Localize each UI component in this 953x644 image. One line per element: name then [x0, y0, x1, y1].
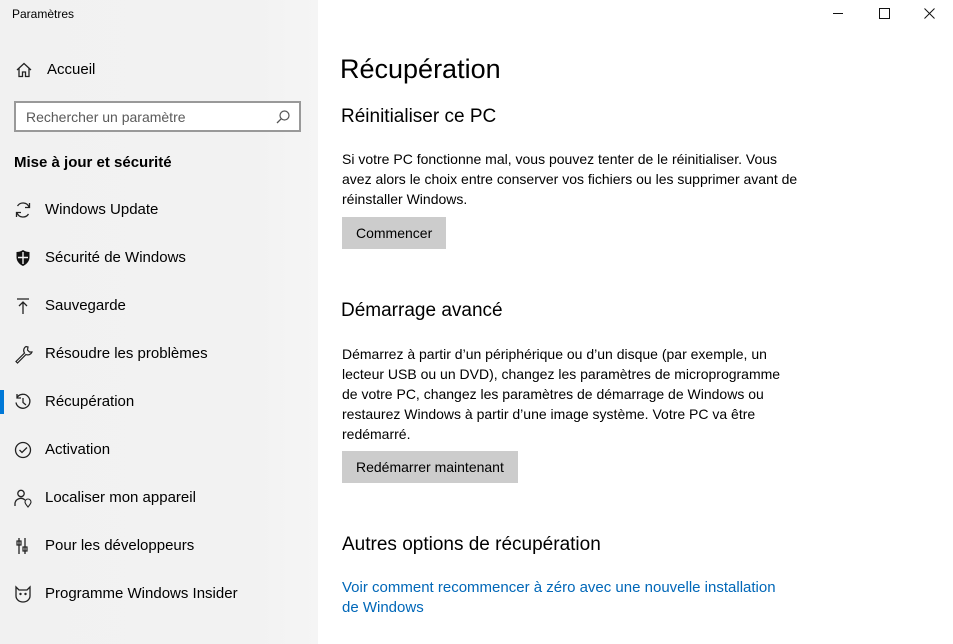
minimize-button[interactable]: [815, 0, 861, 28]
fresh-start-link[interactable]: Voir comment recommencer à zéro avec une…: [342, 578, 792, 618]
search-box[interactable]: [14, 101, 301, 132]
maximize-icon: [879, 8, 890, 19]
advanced-startup-description: Démarrez à partir d’un périphérique ou d…: [342, 346, 781, 442]
history-icon: [15, 393, 31, 409]
sidebar-item-activation[interactable]: Activation: [0, 426, 318, 474]
restart-now-button[interactable]: Redémarrer maintenant: [342, 451, 518, 483]
sidebar-item-recovery[interactable]: Récupération: [0, 378, 318, 426]
sidebar-item-backup[interactable]: Sauvegarde: [0, 282, 318, 330]
sidebar: Paramètres Accueil Mise à jour et sécuri…: [0, 0, 318, 644]
sidebar-item-windows-update[interactable]: Windows Update: [0, 186, 318, 234]
reset-description: Si votre PC fonctionne mal, vous pouvez …: [342, 151, 798, 207]
search-icon[interactable]: [275, 109, 291, 125]
home-label: Accueil: [47, 61, 96, 78]
sidebar-item-label: Programme Windows Insider: [45, 585, 238, 602]
sidebar-item-label: Sécurité de Windows: [45, 249, 186, 266]
settings-window: Paramètres Accueil Mise à jour et sécuri…: [0, 0, 953, 644]
developer-icon: [16, 538, 28, 554]
window-title: Paramètres: [12, 7, 75, 21]
check-circle-icon: [14, 441, 32, 459]
sync-icon: [15, 202, 31, 218]
other-options-heading: Autres options de récupération: [342, 534, 601, 555]
sidebar-item-label: Windows Update: [45, 201, 159, 218]
backup-arrow-icon: [17, 298, 29, 314]
maximize-button[interactable]: [861, 0, 907, 28]
wrench-icon: [15, 345, 33, 364]
sidebar-item-label: Récupération: [45, 393, 135, 410]
sidebar-item-developers[interactable]: Pour les développeurs: [0, 522, 318, 570]
advanced-startup-heading: Démarrage avancé: [341, 300, 503, 321]
insider-cat-icon: [15, 585, 31, 603]
reset-heading: Réinitialiser ce PC: [341, 106, 497, 127]
home-icon: [16, 62, 32, 78]
sidebar-item-find-my-device[interactable]: Localiser mon appareil: [0, 474, 318, 522]
sidebar-item-label: Résoudre les problèmes: [45, 345, 208, 362]
sidebar-item-label: Localiser mon appareil: [45, 489, 196, 506]
section-title: Mise à jour et sécurité: [14, 154, 172, 171]
minimize-icon: [833, 13, 843, 14]
reset-start-button[interactable]: Commencer: [342, 217, 447, 249]
page-title: Récupération: [340, 54, 501, 84]
sidebar-item-windows-security[interactable]: Sécurité de Windows: [0, 234, 318, 282]
sidebar-item-label: Activation: [45, 441, 111, 458]
sidebar-item-label: Pour les développeurs: [45, 537, 195, 554]
sidebar-item-windows-insider[interactable]: Programme Windows Insider: [0, 570, 318, 618]
window-controls: [815, 0, 953, 28]
shield-icon: [16, 250, 30, 266]
search-input[interactable]: [16, 103, 271, 130]
person-location-icon: [14, 489, 32, 508]
sidebar-nav: Windows Update Sécurité de Windows Sauve…: [0, 186, 318, 618]
sidebar-item-troubleshoot[interactable]: Résoudre les problèmes: [0, 330, 318, 378]
sidebar-item-label: Sauvegarde: [45, 297, 126, 314]
close-icon: [924, 8, 935, 19]
home-nav-item[interactable]: Accueil: [0, 52, 318, 88]
close-button[interactable]: [907, 0, 953, 28]
